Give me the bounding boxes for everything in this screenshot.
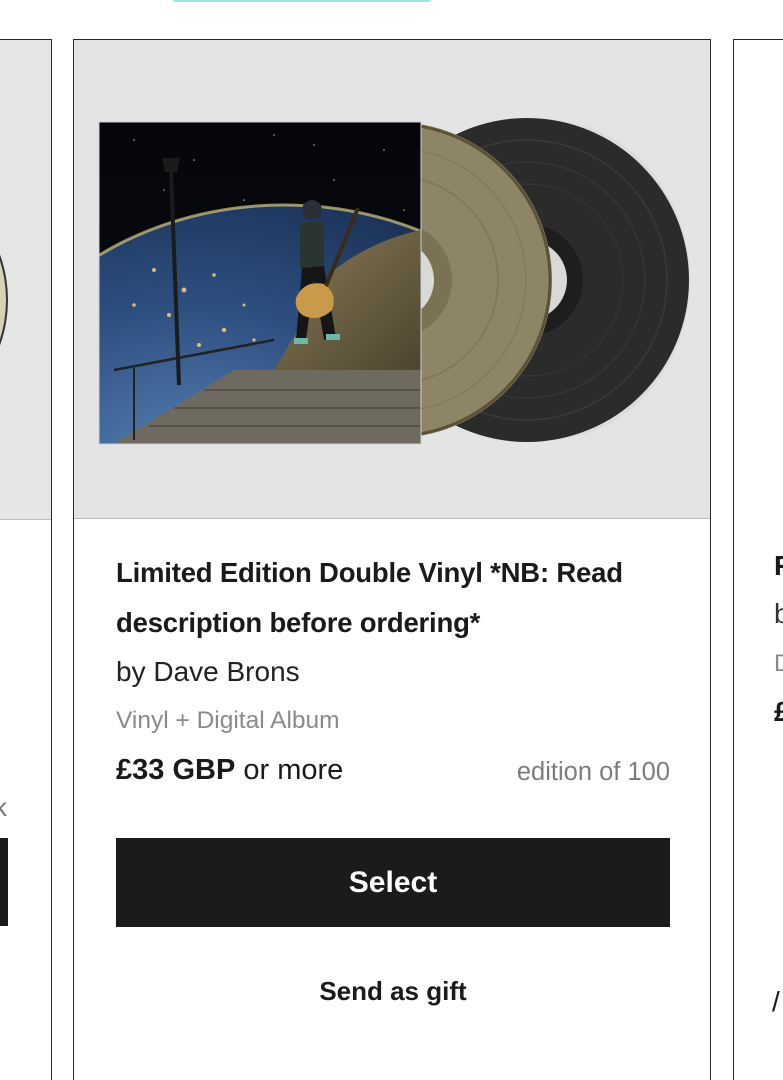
product-card-left-partial[interactable]: k [0,39,52,1080]
product-card: Limited Edition Double Vinyl *NB: Read d… [73,39,711,1080]
truncated-link-right[interactable]: / [772,986,780,1018]
price-row: £33 GBP or more edition of 100 [116,746,670,794]
album-artwork [98,118,690,445]
truncated-format-right: D [774,650,783,678]
artist-name: by Dave Brons [116,656,300,687]
vinyl-disc-left [0,190,8,410]
select-button[interactable]: Select [116,838,670,927]
product-title[interactable]: Limited Edition Double Vinyl *NB: Read d… [116,548,670,648]
price: £33 GBP or more [116,746,343,794]
truncated-title-right[interactable]: F [774,550,783,582]
product-info: Limited Edition Double Vinyl *NB: Read d… [116,548,670,794]
product-image[interactable] [74,40,710,519]
price-suffix: or more [243,754,344,786]
product-format: Vinyl + Digital Album [116,707,340,734]
edition-size: edition of 100 [516,758,670,786]
send-as-gift-link[interactable]: Send as gift [116,976,670,1007]
truncated-price-right: £ [774,696,783,728]
product-card-right-partial[interactable]: F b D £ / [733,39,783,1080]
product-image-left[interactable] [0,40,51,520]
price-amount: £33 GBP [116,754,236,786]
top-accent-bar [172,0,432,2]
truncated-text-left: k [0,792,7,823]
select-button-left[interactable] [0,838,8,926]
truncated-artist-right: b [774,598,783,630]
